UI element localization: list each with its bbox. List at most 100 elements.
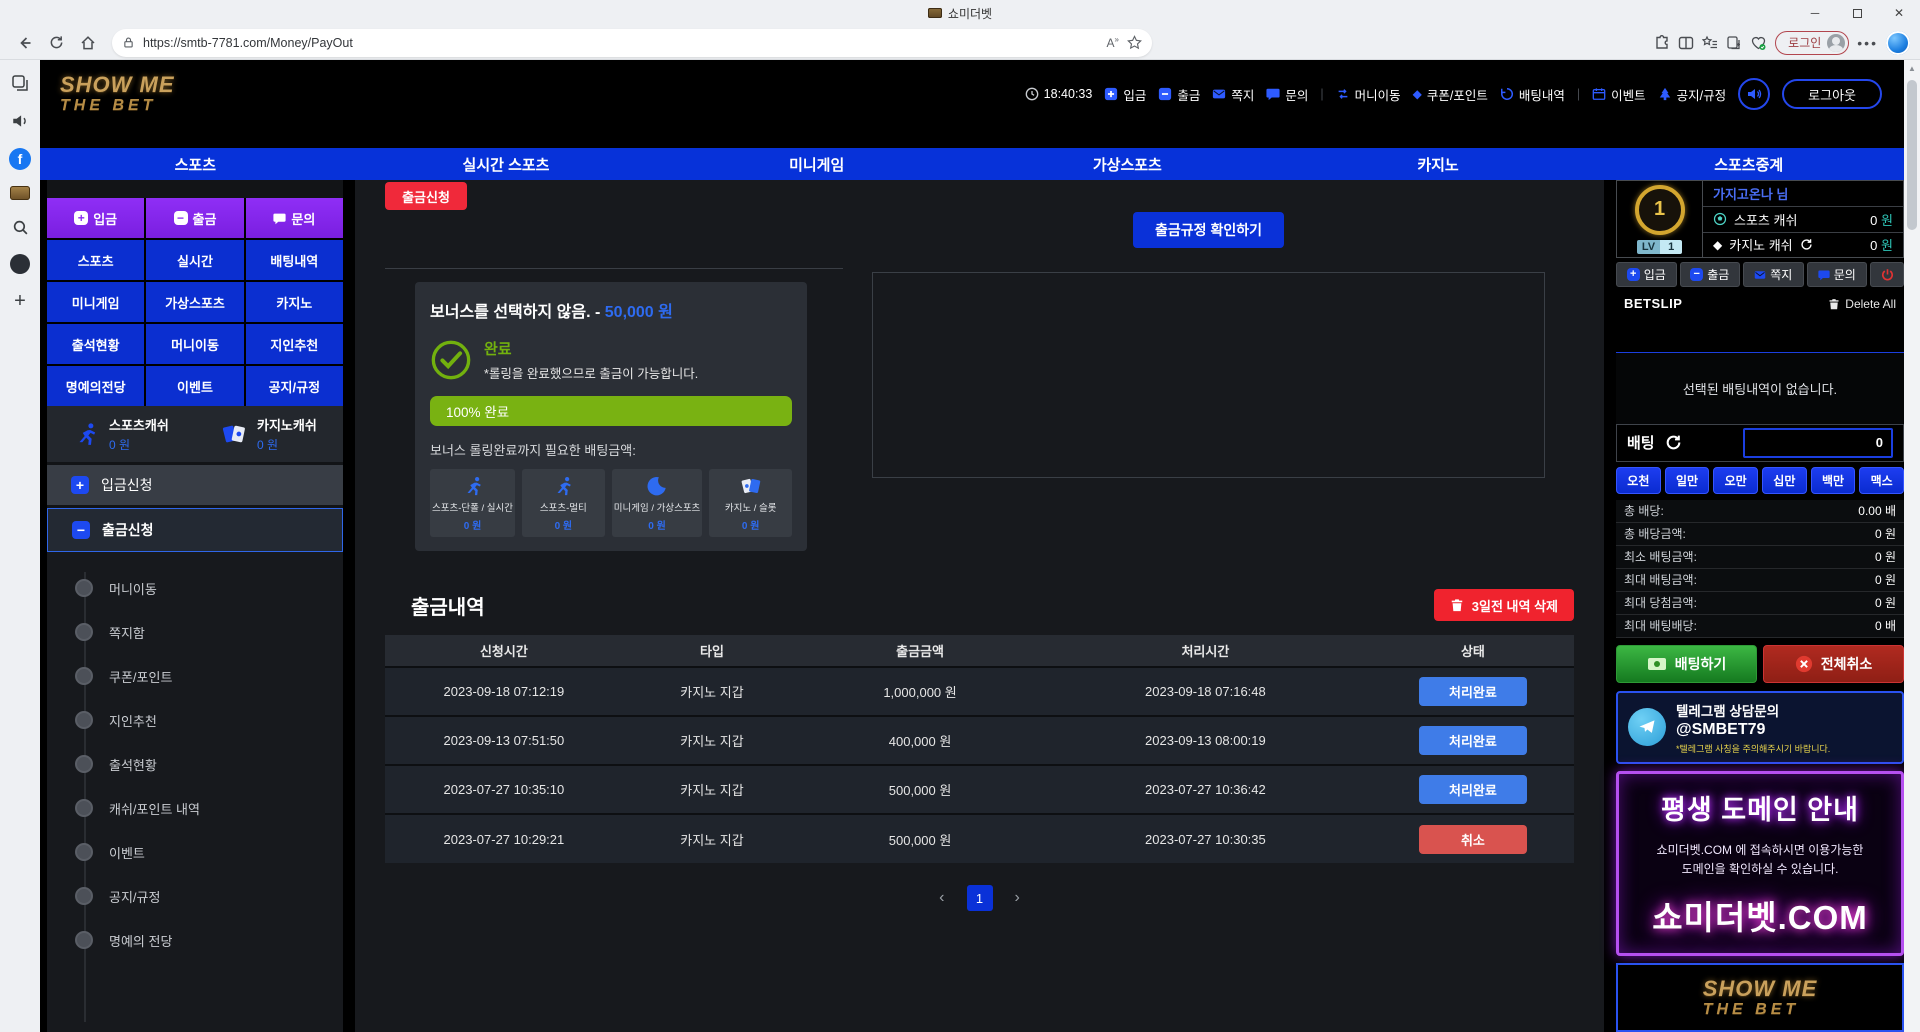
nav-sports[interactable]: 스포츠 <box>40 148 351 180</box>
grid-live[interactable]: 실시간 <box>146 240 243 280</box>
home-icon[interactable] <box>74 29 102 57</box>
status-badge[interactable]: 처리완료 <box>1419 775 1527 804</box>
header-menu-event[interactable]: 이벤트 <box>1592 85 1646 104</box>
refresh-icon[interactable] <box>1800 238 1813 251</box>
status-badge[interactable]: 처리완료 <box>1419 726 1527 755</box>
quick-10000-button[interactable]: 일만 <box>1665 467 1710 494</box>
quick-5000-button[interactable]: 오천 <box>1616 467 1661 494</box>
telegram-contact-box[interactable]: 텔레그램 상담문의 @SMBET79 *텔레그램 사칭을 주의해주시기 바랍니다… <box>1616 691 1904 764</box>
page-scrollbar[interactable]: ▲ <box>1904 60 1920 1032</box>
sound-toggle-button[interactable] <box>1738 78 1770 110</box>
minimize-button[interactable]: ─ <box>1794 0 1836 26</box>
header-menu-money-transfer[interactable]: 머니이동 <box>1336 85 1401 104</box>
sidebar-item-coupon[interactable]: 쿠폰/포인트 <box>47 654 343 698</box>
delete-old-history-button[interactable]: 3일전 내역 삭제 <box>1434 589 1574 621</box>
grid-withdraw[interactable]: −출금 <box>146 198 243 238</box>
logout-button[interactable]: 로그아웃 <box>1782 79 1882 109</box>
facebook-icon[interactable]: f <box>9 148 31 170</box>
withdraw-submit-button[interactable]: 출금신청 <box>385 182 467 210</box>
sidebar-item-event[interactable]: 이벤트 <box>47 830 343 874</box>
split-screen-icon[interactable] <box>1678 35 1694 51</box>
add-sidebar-item-icon[interactable]: + <box>14 290 26 313</box>
quick-max-button[interactable]: 맥스 <box>1859 467 1904 494</box>
grid-referral[interactable]: 지인추천 <box>246 324 343 364</box>
sidebar-item-withdraw[interactable]: − 출금신청 <box>47 508 343 552</box>
grid-bet-history[interactable]: 배팅내역 <box>246 240 343 280</box>
quick-1000000-button[interactable]: 백만 <box>1811 467 1856 494</box>
site-logo-banner[interactable]: SHOW ME THE BET <box>1616 963 1904 1032</box>
header-menu-coupon[interactable]: ◆ 쿠폰/포인트 <box>1413 85 1488 104</box>
sidebar-item-messages[interactable]: 쪽지함 <box>47 610 343 654</box>
scrollbar-thumb[interactable] <box>1907 80 1917 230</box>
collections-icon[interactable] <box>1702 35 1718 51</box>
read-aloud-icon[interactable]: A» <box>1107 35 1119 50</box>
mini-message-button[interactable]: 쪽지 <box>1743 262 1804 287</box>
header-menu-notice[interactable]: 공지/규정 <box>1658 85 1726 104</box>
place-bet-button[interactable]: 배팅하기 <box>1616 645 1757 683</box>
sidebar-item-notice[interactable]: 공지/규정 <box>47 874 343 918</box>
prev-page-icon[interactable]: ‹ <box>939 889 944 907</box>
page-number[interactable]: 1 <box>967 885 993 911</box>
header-menu-message[interactable]: 쪽지 <box>1212 85 1254 104</box>
maximize-button[interactable] <box>1836 0 1878 26</box>
header-menu-deposit[interactable]: 입금 <box>1104 85 1146 104</box>
sidebar-item-money-transfer[interactable]: 머니이동 <box>47 566 343 610</box>
browser-login-button[interactable]: 로그인 <box>1775 31 1849 55</box>
address-bar[interactable]: https://smtb-7781.com/Money/PayOut A» <box>112 29 1152 57</box>
bet-amount-input[interactable] <box>1743 428 1893 458</box>
sidebar-item-attendance[interactable]: 출석현황 <box>47 742 343 786</box>
nav-virtual-sports[interactable]: 가상스포츠 <box>972 148 1283 180</box>
mini-withdraw-button[interactable]: −출금 <box>1680 262 1741 287</box>
quick-50000-button[interactable]: 오만 <box>1713 467 1758 494</box>
favorite-star-icon[interactable] <box>1127 35 1142 50</box>
sidebar-item-deposit[interactable]: + 입금신청 <box>47 465 343 505</box>
header-menu-inquiry[interactable]: 문의 <box>1266 85 1308 104</box>
quick-100000-button[interactable]: 십만 <box>1762 467 1807 494</box>
mini-inquiry-button[interactable]: 문의 <box>1807 262 1868 287</box>
scroll-up-icon[interactable]: ▲ <box>1904 64 1920 73</box>
grid-hall-of-fame[interactable]: 명예의전당 <box>47 366 144 406</box>
cancel-all-button[interactable]: 전체취소 <box>1763 645 1904 683</box>
withdraw-rules-button[interactable]: 출금규정 확인하기 <box>1133 212 1284 248</box>
extension-shortcut-icon[interactable] <box>10 254 30 274</box>
tab-actions-icon[interactable] <box>9 72 31 94</box>
status-badge[interactable]: 취소 <box>1419 825 1527 854</box>
site-logo[interactable]: SHOW ME THE BET <box>60 74 175 114</box>
browser-essentials-icon[interactable] <box>1750 35 1767 51</box>
sidebar-item-referral[interactable]: 지인추천 <box>47 698 343 742</box>
grid-money-transfer[interactable]: 머니이동 <box>146 324 243 364</box>
grid-event[interactable]: 이벤트 <box>146 366 243 406</box>
next-page-icon[interactable]: › <box>1015 889 1020 907</box>
header-menu-bet-history[interactable]: 배팅내역 <box>1500 85 1565 104</box>
nav-sports-broadcast[interactable]: 스포츠중계 <box>1593 148 1904 180</box>
refresh-icon[interactable] <box>1665 434 1682 451</box>
grid-inquiry[interactable]: 문의 <box>246 198 343 238</box>
domain-notice-banner[interactable]: 평생 도메인 안내 쇼미더벳.COM 에 접속하시면 이용가능한 도메인을 확인… <box>1616 771 1904 956</box>
site-shortcut-icon[interactable] <box>10 186 30 200</box>
nav-casino[interactable]: 카지노 <box>1283 148 1594 180</box>
sidebar-item-hall-of-fame[interactable]: 명예의 전당 <box>47 918 343 962</box>
close-button[interactable]: ✕ <box>1878 0 1920 26</box>
nav-live-sports[interactable]: 실시간 스포츠 <box>351 148 662 180</box>
grid-notice[interactable]: 공지/규정 <box>246 366 343 406</box>
settings-menu-icon[interactable]: ••• <box>1857 35 1878 51</box>
logout-power-button[interactable] <box>1870 262 1904 287</box>
back-icon[interactable] <box>10 29 38 57</box>
nav-minigame[interactable]: 미니게임 <box>661 148 972 180</box>
reload-icon[interactable] <box>42 29 70 57</box>
sidebar-item-cash-history[interactable]: 캐쉬/포인트 내역 <box>47 786 343 830</box>
grid-deposit[interactable]: +입금 <box>47 198 144 238</box>
grid-virtual[interactable]: 가상스포츠 <box>146 282 243 322</box>
copy-page-icon[interactable] <box>1726 35 1742 51</box>
mini-deposit-button[interactable]: +입금 <box>1616 262 1677 287</box>
grid-casino[interactable]: 카지노 <box>246 282 343 322</box>
delete-all-button[interactable]: Delete All <box>1828 297 1896 311</box>
grid-attendance[interactable]: 출석현황 <box>47 324 144 364</box>
extensions-icon[interactable] <box>1654 35 1670 51</box>
status-badge[interactable]: 처리완료 <box>1419 677 1527 706</box>
copilot-icon[interactable] <box>1886 31 1910 55</box>
grid-minigame[interactable]: 미니게임 <box>47 282 144 322</box>
grid-sports[interactable]: 스포츠 <box>47 240 144 280</box>
audio-icon[interactable] <box>9 110 31 132</box>
header-menu-withdraw[interactable]: 출금 <box>1158 85 1200 104</box>
